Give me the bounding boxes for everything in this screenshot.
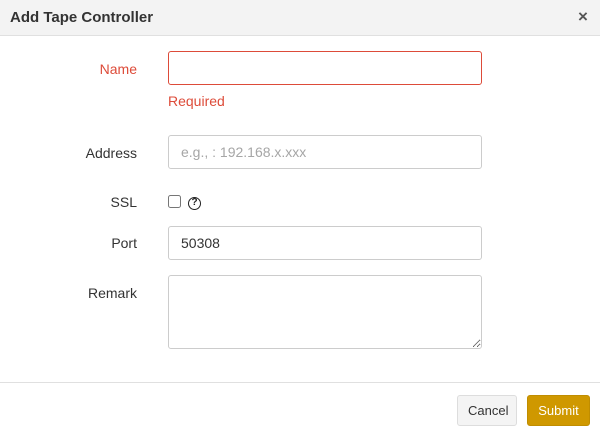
submit-button[interactable]: Submit — [527, 395, 590, 426]
address-input[interactable] — [168, 135, 482, 169]
name-label: Name — [99, 61, 137, 77]
help-circle-icon[interactable]: ? — [188, 197, 201, 210]
close-icon[interactable]: × — [576, 8, 590, 26]
dialog-title: Add Tape Controller — [10, 9, 154, 26]
port-label: Port — [111, 235, 137, 251]
address-label: Address — [85, 145, 137, 161]
remark-label: Remark — [87, 285, 137, 301]
port-input[interactable] — [168, 226, 482, 260]
cancel-button[interactable]: Cancel — [457, 395, 517, 426]
ssl-checkbox[interactable] — [168, 195, 181, 208]
remark-textarea[interactable] — [168, 275, 482, 349]
ssl-label: SSL — [110, 194, 137, 210]
add-tape-controller-dialog: Add Tape Controller × Name Required Addr… — [0, 0, 600, 434]
name-input[interactable] — [168, 51, 482, 85]
name-required-error: Required — [168, 93, 225, 109]
dialog-header: Add Tape Controller × — [0, 0, 600, 36]
dialog-footer: Cancel Submit — [0, 382, 600, 434]
